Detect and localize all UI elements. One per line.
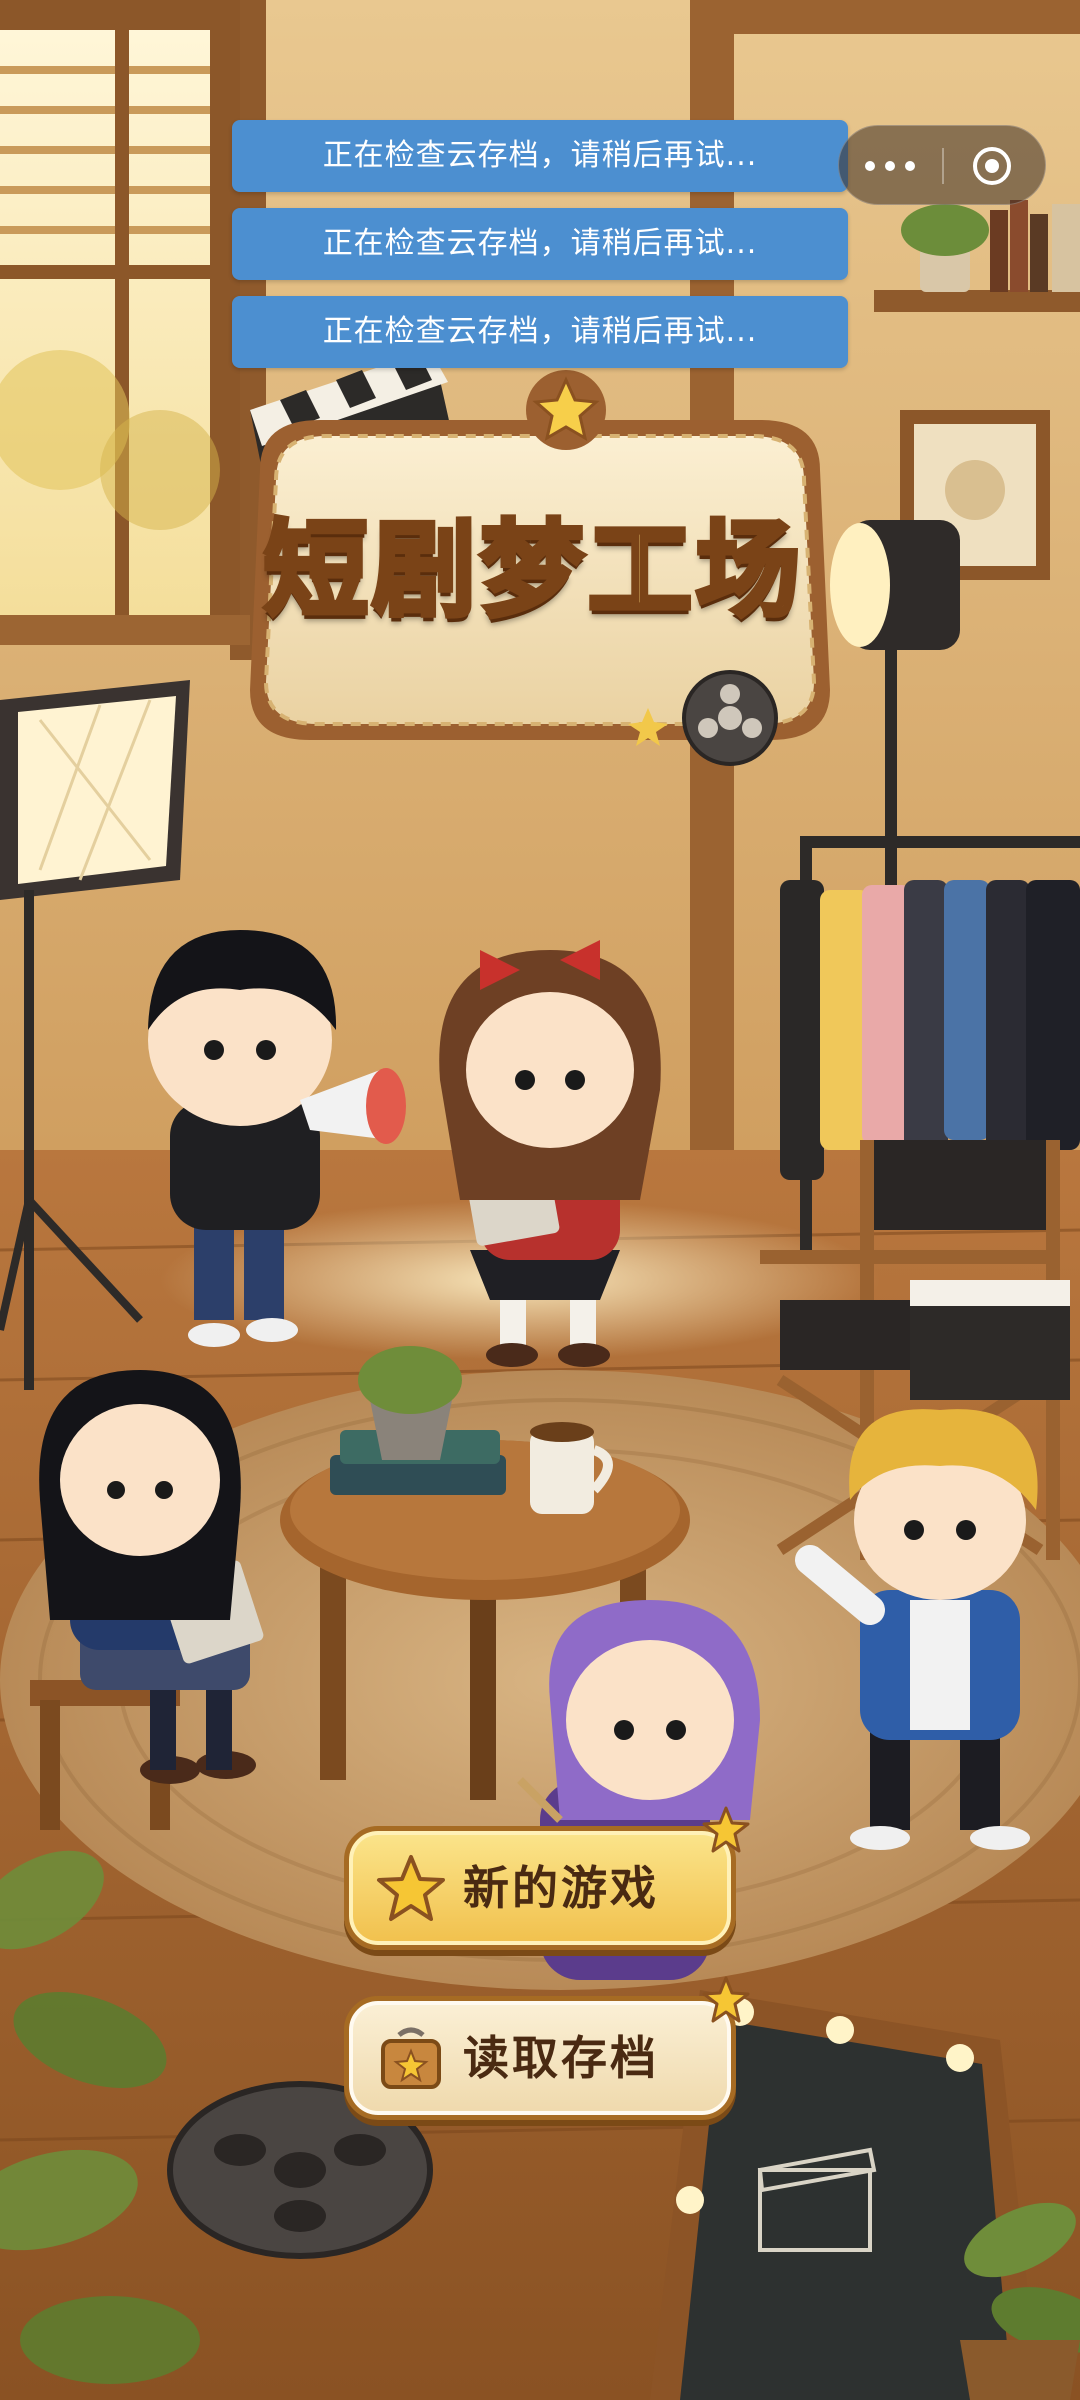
star-icon [377, 1855, 445, 1921]
toast-cloud-save-checking: 正在检查云存档，请稍后再试... [232, 296, 848, 368]
new-game-button[interactable]: 新的游戏 [344, 1806, 750, 1950]
film-reel-decoration [682, 670, 778, 766]
corner-star-icon [702, 1976, 750, 2023]
game-screen: 正在检查云存档，请稍后再试... 正在检查云存档，请稍后再试... 正在检查云存… [0, 0, 1080, 2400]
toast-cloud-save-checking: 正在检查云存档，请稍后再试... [232, 120, 848, 192]
miniprogram-close-icon[interactable] [943, 126, 1047, 206]
window [0, 0, 250, 645]
new-game-label: 新的游戏 [463, 1861, 659, 1915]
more-dots-icon[interactable] [839, 126, 943, 206]
miniprogram-capsule [838, 125, 1046, 205]
toast-cloud-save-checking: 正在检查云存档，请稍后再试... [232, 208, 848, 280]
game-title: 短剧梦工场 [261, 507, 804, 634]
plaque-star [526, 370, 606, 450]
corner-star-icon [702, 1806, 750, 1853]
load-save-button[interactable]: 读取存档 [344, 1976, 750, 2120]
load-save-label: 读取存档 [463, 2031, 659, 2085]
save-folder-icon [381, 2027, 441, 2089]
